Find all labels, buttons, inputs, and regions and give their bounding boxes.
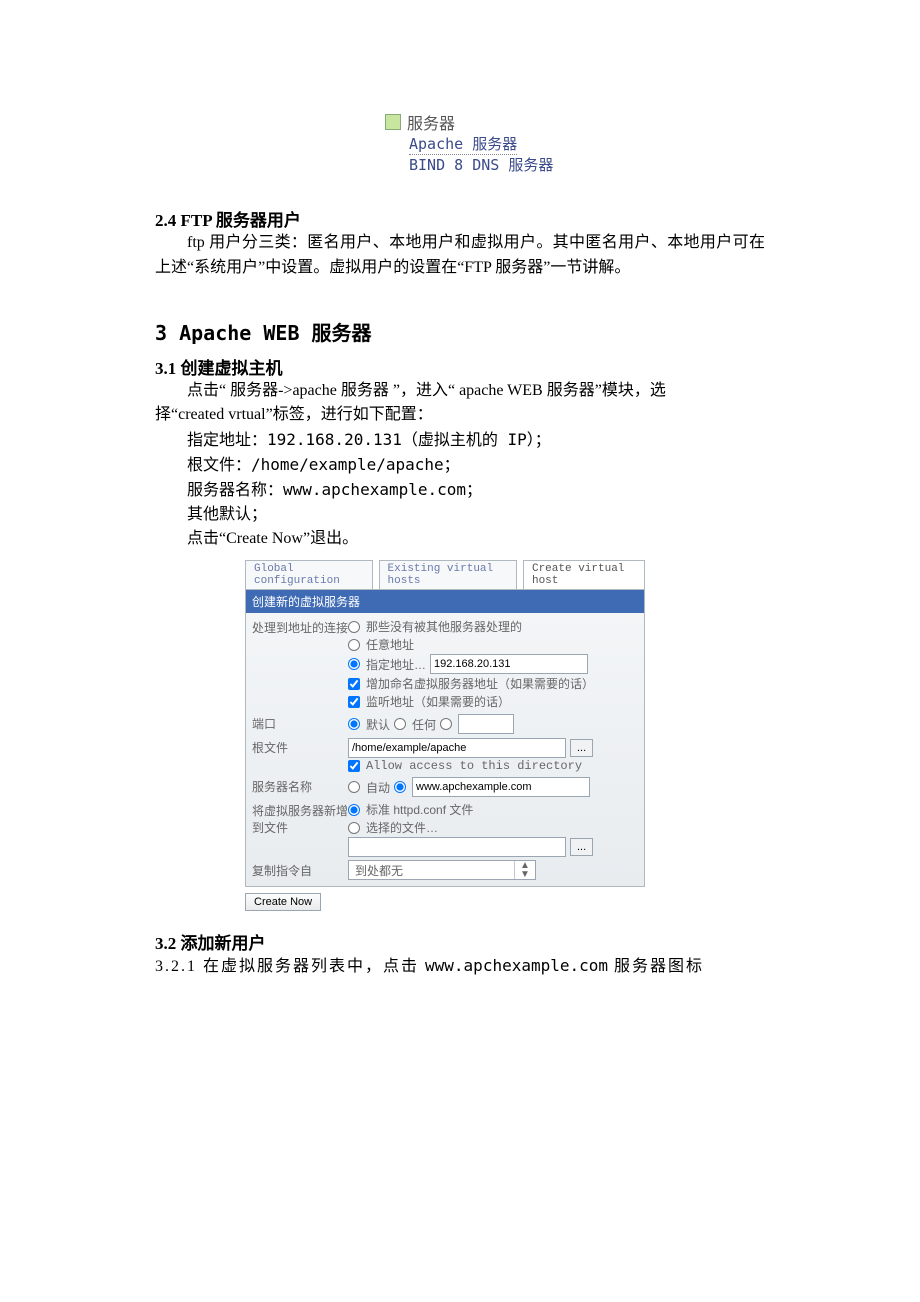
radio-addr-any-label: 任意地址 [366, 636, 414, 653]
label-add-to-file: 将虚拟服务器新增到文件 [252, 800, 348, 858]
radio-servername-auto[interactable] [348, 781, 360, 793]
server-menu-title: 服务器 [407, 110, 455, 134]
tab-create[interactable]: Create virtual host [523, 560, 645, 589]
text-3-1-root: 根文件：/home/example/apache； [155, 453, 765, 478]
heading-3: 3 Apache WEB 服务器 [155, 317, 765, 346]
radio-port-any-label: 任何 [412, 716, 436, 733]
server-group-icon [385, 114, 401, 130]
tab-global[interactable]: Global configuration [245, 560, 373, 589]
panel-header: 创建新的虚拟服务器 [246, 590, 644, 613]
radio-addr-specific-label: 指定地址… [366, 656, 426, 673]
select-copy-from-value: 到处都无 [355, 862, 403, 879]
create-now-button[interactable]: Create Now [245, 893, 321, 911]
radio-file-selected-label: 选择的文件… [366, 819, 438, 836]
paragraph-2-4: ftp 用户分三类：匿名用户、本地用户和虚拟用户。其中匿名用户、本地用户可在上述… [155, 231, 765, 281]
radio-addr-unhandled-label: 那些没有被其他服务器处理的 [366, 618, 522, 635]
checkbox-listen-address-label: 监听地址（如果需要的话） [366, 693, 510, 710]
input-selected-file[interactable] [348, 837, 566, 857]
browse-docroot-button[interactable]: ... [570, 739, 593, 757]
checkbox-add-namevhost-label: 增加命名虚拟服务器地址（如果需要的话） [366, 675, 594, 692]
text-3-1-intro-l2: 择“created vrtual”标签，进行如下配置： [155, 403, 765, 428]
input-specific-address[interactable] [430, 654, 588, 674]
select-copy-from[interactable]: 到处都无 ▲▼ [348, 860, 536, 880]
label-server-name: 服务器名称 [252, 776, 348, 798]
text-3-1-name: 服务器名称：www.apchexample.com； [155, 478, 765, 503]
checkbox-listen-address[interactable] [348, 696, 360, 708]
radio-addr-any[interactable] [348, 639, 360, 651]
text-3-1-ip: 指定地址：192.168.20.131（虚拟主机的 IP）； [155, 428, 765, 453]
checkbox-add-namevhost[interactable] [348, 678, 360, 690]
radio-file-httpdconf-label: 标准 httpd.conf 文件 [366, 801, 473, 818]
radio-port-default[interactable] [348, 718, 360, 730]
radio-port-any[interactable] [394, 718, 406, 730]
server-menu-snippet: 服务器 Apache 服务器 BIND 8 DNS 服务器 [385, 110, 765, 176]
input-port[interactable] [458, 714, 514, 734]
label-port: 端口 [252, 713, 348, 735]
checkbox-allow-access-label: Allow access to this directory [366, 759, 582, 773]
label-docroot: 根文件 [252, 737, 348, 774]
stepper-icon: ▲▼ [514, 861, 535, 879]
label-copy-from: 复制指令自 [252, 860, 348, 880]
text-3-1-other: 其他默认； [155, 503, 765, 528]
browse-file-button[interactable]: ... [570, 838, 593, 856]
menu-item-bind[interactable]: BIND 8 DNS 服务器 [409, 156, 553, 174]
heading-2-4: 2.4 FTP 服务器用户 [155, 206, 765, 231]
text-3-2-1: 3.2.1 在虚拟服务器列表中，点击 www.apchexample.com 服… [155, 954, 765, 980]
tab-existing[interactable]: Existing virtual hosts [379, 560, 517, 589]
input-docroot[interactable] [348, 738, 566, 758]
radio-port-specific[interactable] [440, 718, 452, 730]
input-server-name[interactable] [412, 777, 590, 797]
radio-servername-specific[interactable] [394, 781, 406, 793]
text-3-1-exit: 点击“Create Now”退出。 [155, 527, 765, 552]
tab-bar: Global configuration Existing virtual ho… [245, 560, 645, 589]
radio-addr-unhandled[interactable] [348, 621, 360, 633]
radio-file-selected[interactable] [348, 822, 360, 834]
label-handle-connection: 处理到地址的连接 [252, 617, 348, 711]
radio-servername-auto-label: 自动 [366, 779, 390, 796]
create-vhost-form: Global configuration Existing virtual ho… [245, 560, 645, 911]
radio-port-default-label: 默认 [366, 716, 390, 733]
menu-item-apache[interactable]: Apache 服务器 [409, 135, 517, 155]
radio-addr-specific[interactable] [348, 658, 360, 670]
text-3-1-intro-l1: 点击“ 服务器->apache 服务器 ”，进入“ apache WEB 服务器… [155, 379, 765, 404]
heading-3-1: 3.1 创建虚拟主机 [155, 354, 765, 379]
radio-file-httpdconf[interactable] [348, 804, 360, 816]
heading-3-2: 3.2 添加新用户 [155, 929, 765, 954]
checkbox-allow-access[interactable] [348, 760, 360, 772]
